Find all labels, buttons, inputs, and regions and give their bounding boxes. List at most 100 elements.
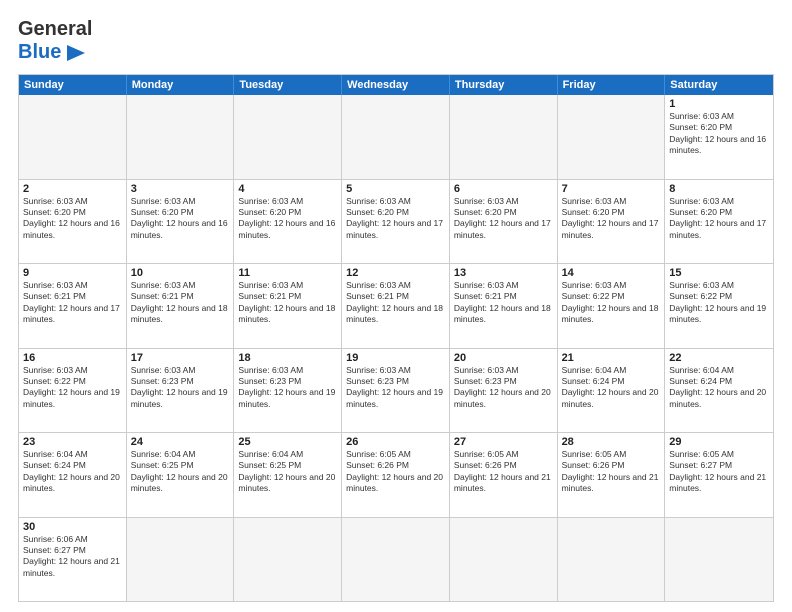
calendar-row: 1Sunrise: 6:03 AM Sunset: 6:20 PM Daylig… [19, 95, 773, 179]
calendar: SundayMondayTuesdayWednesdayThursdayFrid… [18, 74, 774, 602]
cell-info: Sunrise: 6:04 AM Sunset: 6:24 PM Dayligh… [562, 365, 661, 411]
day-number: 25 [238, 436, 337, 448]
calendar-cell [450, 95, 558, 179]
calendar-cell: 26Sunrise: 6:05 AM Sunset: 6:26 PM Dayli… [342, 433, 450, 517]
calendar-cell: 17Sunrise: 6:03 AM Sunset: 6:23 PM Dayli… [127, 349, 235, 433]
cal-header-day: Tuesday [234, 75, 342, 95]
day-number: 9 [23, 267, 122, 279]
day-number: 14 [562, 267, 661, 279]
cell-info: Sunrise: 6:03 AM Sunset: 6:23 PM Dayligh… [131, 365, 230, 411]
calendar-cell [450, 518, 558, 602]
cell-info: Sunrise: 6:05 AM Sunset: 6:27 PM Dayligh… [669, 449, 769, 495]
calendar-row: 2Sunrise: 6:03 AM Sunset: 6:20 PM Daylig… [19, 179, 773, 264]
cell-info: Sunrise: 6:04 AM Sunset: 6:25 PM Dayligh… [131, 449, 230, 495]
header: General Blue [18, 18, 774, 64]
calendar-cell: 9Sunrise: 6:03 AM Sunset: 6:21 PM Daylig… [19, 264, 127, 348]
cell-info: Sunrise: 6:04 AM Sunset: 6:25 PM Dayligh… [238, 449, 337, 495]
cal-header-day: Monday [127, 75, 235, 95]
calendar-cell [19, 95, 127, 179]
calendar-row: 16Sunrise: 6:03 AM Sunset: 6:22 PM Dayli… [19, 348, 773, 433]
calendar-cell: 8Sunrise: 6:03 AM Sunset: 6:20 PM Daylig… [665, 180, 773, 264]
calendar-cell [558, 95, 666, 179]
calendar-cell: 21Sunrise: 6:04 AM Sunset: 6:24 PM Dayli… [558, 349, 666, 433]
calendar-cell [127, 518, 235, 602]
cell-info: Sunrise: 6:05 AM Sunset: 6:26 PM Dayligh… [562, 449, 661, 495]
day-number: 27 [454, 436, 553, 448]
calendar-cell [234, 95, 342, 179]
day-number: 15 [669, 267, 769, 279]
cell-info: Sunrise: 6:03 AM Sunset: 6:22 PM Dayligh… [669, 280, 769, 326]
cell-info: Sunrise: 6:04 AM Sunset: 6:24 PM Dayligh… [23, 449, 122, 495]
cal-header-day: Sunday [19, 75, 127, 95]
day-number: 6 [454, 183, 553, 195]
calendar-cell: 24Sunrise: 6:04 AM Sunset: 6:25 PM Dayli… [127, 433, 235, 517]
calendar-cell: 15Sunrise: 6:03 AM Sunset: 6:22 PM Dayli… [665, 264, 773, 348]
cell-info: Sunrise: 6:03 AM Sunset: 6:20 PM Dayligh… [669, 111, 769, 157]
calendar-cell: 7Sunrise: 6:03 AM Sunset: 6:20 PM Daylig… [558, 180, 666, 264]
cal-header-day: Thursday [450, 75, 558, 95]
cell-info: Sunrise: 6:03 AM Sunset: 6:20 PM Dayligh… [346, 196, 445, 242]
calendar-row: 30Sunrise: 6:06 AM Sunset: 6:27 PM Dayli… [19, 517, 773, 602]
day-number: 21 [562, 352, 661, 364]
calendar-cell: 28Sunrise: 6:05 AM Sunset: 6:26 PM Dayli… [558, 433, 666, 517]
day-number: 7 [562, 183, 661, 195]
calendar-cell [127, 95, 235, 179]
calendar-cell: 18Sunrise: 6:03 AM Sunset: 6:23 PM Dayli… [234, 349, 342, 433]
day-number: 19 [346, 352, 445, 364]
day-number: 16 [23, 352, 122, 364]
day-number: 20 [454, 352, 553, 364]
calendar-cell: 3Sunrise: 6:03 AM Sunset: 6:20 PM Daylig… [127, 180, 235, 264]
cell-info: Sunrise: 6:03 AM Sunset: 6:21 PM Dayligh… [238, 280, 337, 326]
calendar-cell: 27Sunrise: 6:05 AM Sunset: 6:26 PM Dayli… [450, 433, 558, 517]
day-number: 13 [454, 267, 553, 279]
cal-header-day: Wednesday [342, 75, 450, 95]
calendar-cell: 6Sunrise: 6:03 AM Sunset: 6:20 PM Daylig… [450, 180, 558, 264]
calendar-cell: 19Sunrise: 6:03 AM Sunset: 6:23 PM Dayli… [342, 349, 450, 433]
calendar-cell: 12Sunrise: 6:03 AM Sunset: 6:21 PM Dayli… [342, 264, 450, 348]
day-number: 18 [238, 352, 337, 364]
calendar-cell: 16Sunrise: 6:03 AM Sunset: 6:22 PM Dayli… [19, 349, 127, 433]
day-number: 10 [131, 267, 230, 279]
calendar-header: SundayMondayTuesdayWednesdayThursdayFrid… [19, 75, 773, 95]
calendar-cell [342, 518, 450, 602]
day-number: 23 [23, 436, 122, 448]
day-number: 2 [23, 183, 122, 195]
calendar-cell: 13Sunrise: 6:03 AM Sunset: 6:21 PM Dayli… [450, 264, 558, 348]
cal-header-day: Friday [558, 75, 666, 95]
day-number: 5 [346, 183, 445, 195]
cell-info: Sunrise: 6:04 AM Sunset: 6:24 PM Dayligh… [669, 365, 769, 411]
calendar-cell: 5Sunrise: 6:03 AM Sunset: 6:20 PM Daylig… [342, 180, 450, 264]
calendar-cell [558, 518, 666, 602]
calendar-row: 23Sunrise: 6:04 AM Sunset: 6:24 PM Dayli… [19, 432, 773, 517]
calendar-body: 1Sunrise: 6:03 AM Sunset: 6:20 PM Daylig… [19, 95, 773, 601]
day-number: 22 [669, 352, 769, 364]
calendar-cell: 4Sunrise: 6:03 AM Sunset: 6:20 PM Daylig… [234, 180, 342, 264]
cell-info: Sunrise: 6:03 AM Sunset: 6:20 PM Dayligh… [454, 196, 553, 242]
cell-info: Sunrise: 6:03 AM Sunset: 6:22 PM Dayligh… [23, 365, 122, 411]
day-number: 12 [346, 267, 445, 279]
cell-info: Sunrise: 6:03 AM Sunset: 6:20 PM Dayligh… [669, 196, 769, 242]
calendar-cell [665, 518, 773, 602]
cal-header-day: Saturday [665, 75, 773, 95]
calendar-cell [342, 95, 450, 179]
calendar-cell: 30Sunrise: 6:06 AM Sunset: 6:27 PM Dayli… [19, 518, 127, 602]
cell-info: Sunrise: 6:06 AM Sunset: 6:27 PM Dayligh… [23, 534, 122, 580]
cell-info: Sunrise: 6:03 AM Sunset: 6:20 PM Dayligh… [562, 196, 661, 242]
calendar-cell: 22Sunrise: 6:04 AM Sunset: 6:24 PM Dayli… [665, 349, 773, 433]
calendar-cell: 11Sunrise: 6:03 AM Sunset: 6:21 PM Dayli… [234, 264, 342, 348]
cell-info: Sunrise: 6:03 AM Sunset: 6:22 PM Dayligh… [562, 280, 661, 326]
day-number: 8 [669, 183, 769, 195]
day-number: 4 [238, 183, 337, 195]
logo-flag-icon [65, 44, 87, 62]
cell-info: Sunrise: 6:03 AM Sunset: 6:23 PM Dayligh… [454, 365, 553, 411]
calendar-cell: 10Sunrise: 6:03 AM Sunset: 6:21 PM Dayli… [127, 264, 235, 348]
cell-info: Sunrise: 6:03 AM Sunset: 6:20 PM Dayligh… [131, 196, 230, 242]
calendar-cell: 23Sunrise: 6:04 AM Sunset: 6:24 PM Dayli… [19, 433, 127, 517]
day-number: 3 [131, 183, 230, 195]
day-number: 29 [669, 436, 769, 448]
cell-info: Sunrise: 6:03 AM Sunset: 6:21 PM Dayligh… [454, 280, 553, 326]
calendar-cell: 1Sunrise: 6:03 AM Sunset: 6:20 PM Daylig… [665, 95, 773, 179]
calendar-row: 9 Sunrise: 6:03 AM Sunset: 6:21 PM Daylig… [19, 263, 773, 348]
cell-info: Sunrise: 6:03 AM Sunset: 6:20 PM Dayligh… [23, 196, 122, 242]
cell-info: Sunrise: 6:03 AM Sunset: 6:21 PM Dayligh… [346, 280, 445, 326]
